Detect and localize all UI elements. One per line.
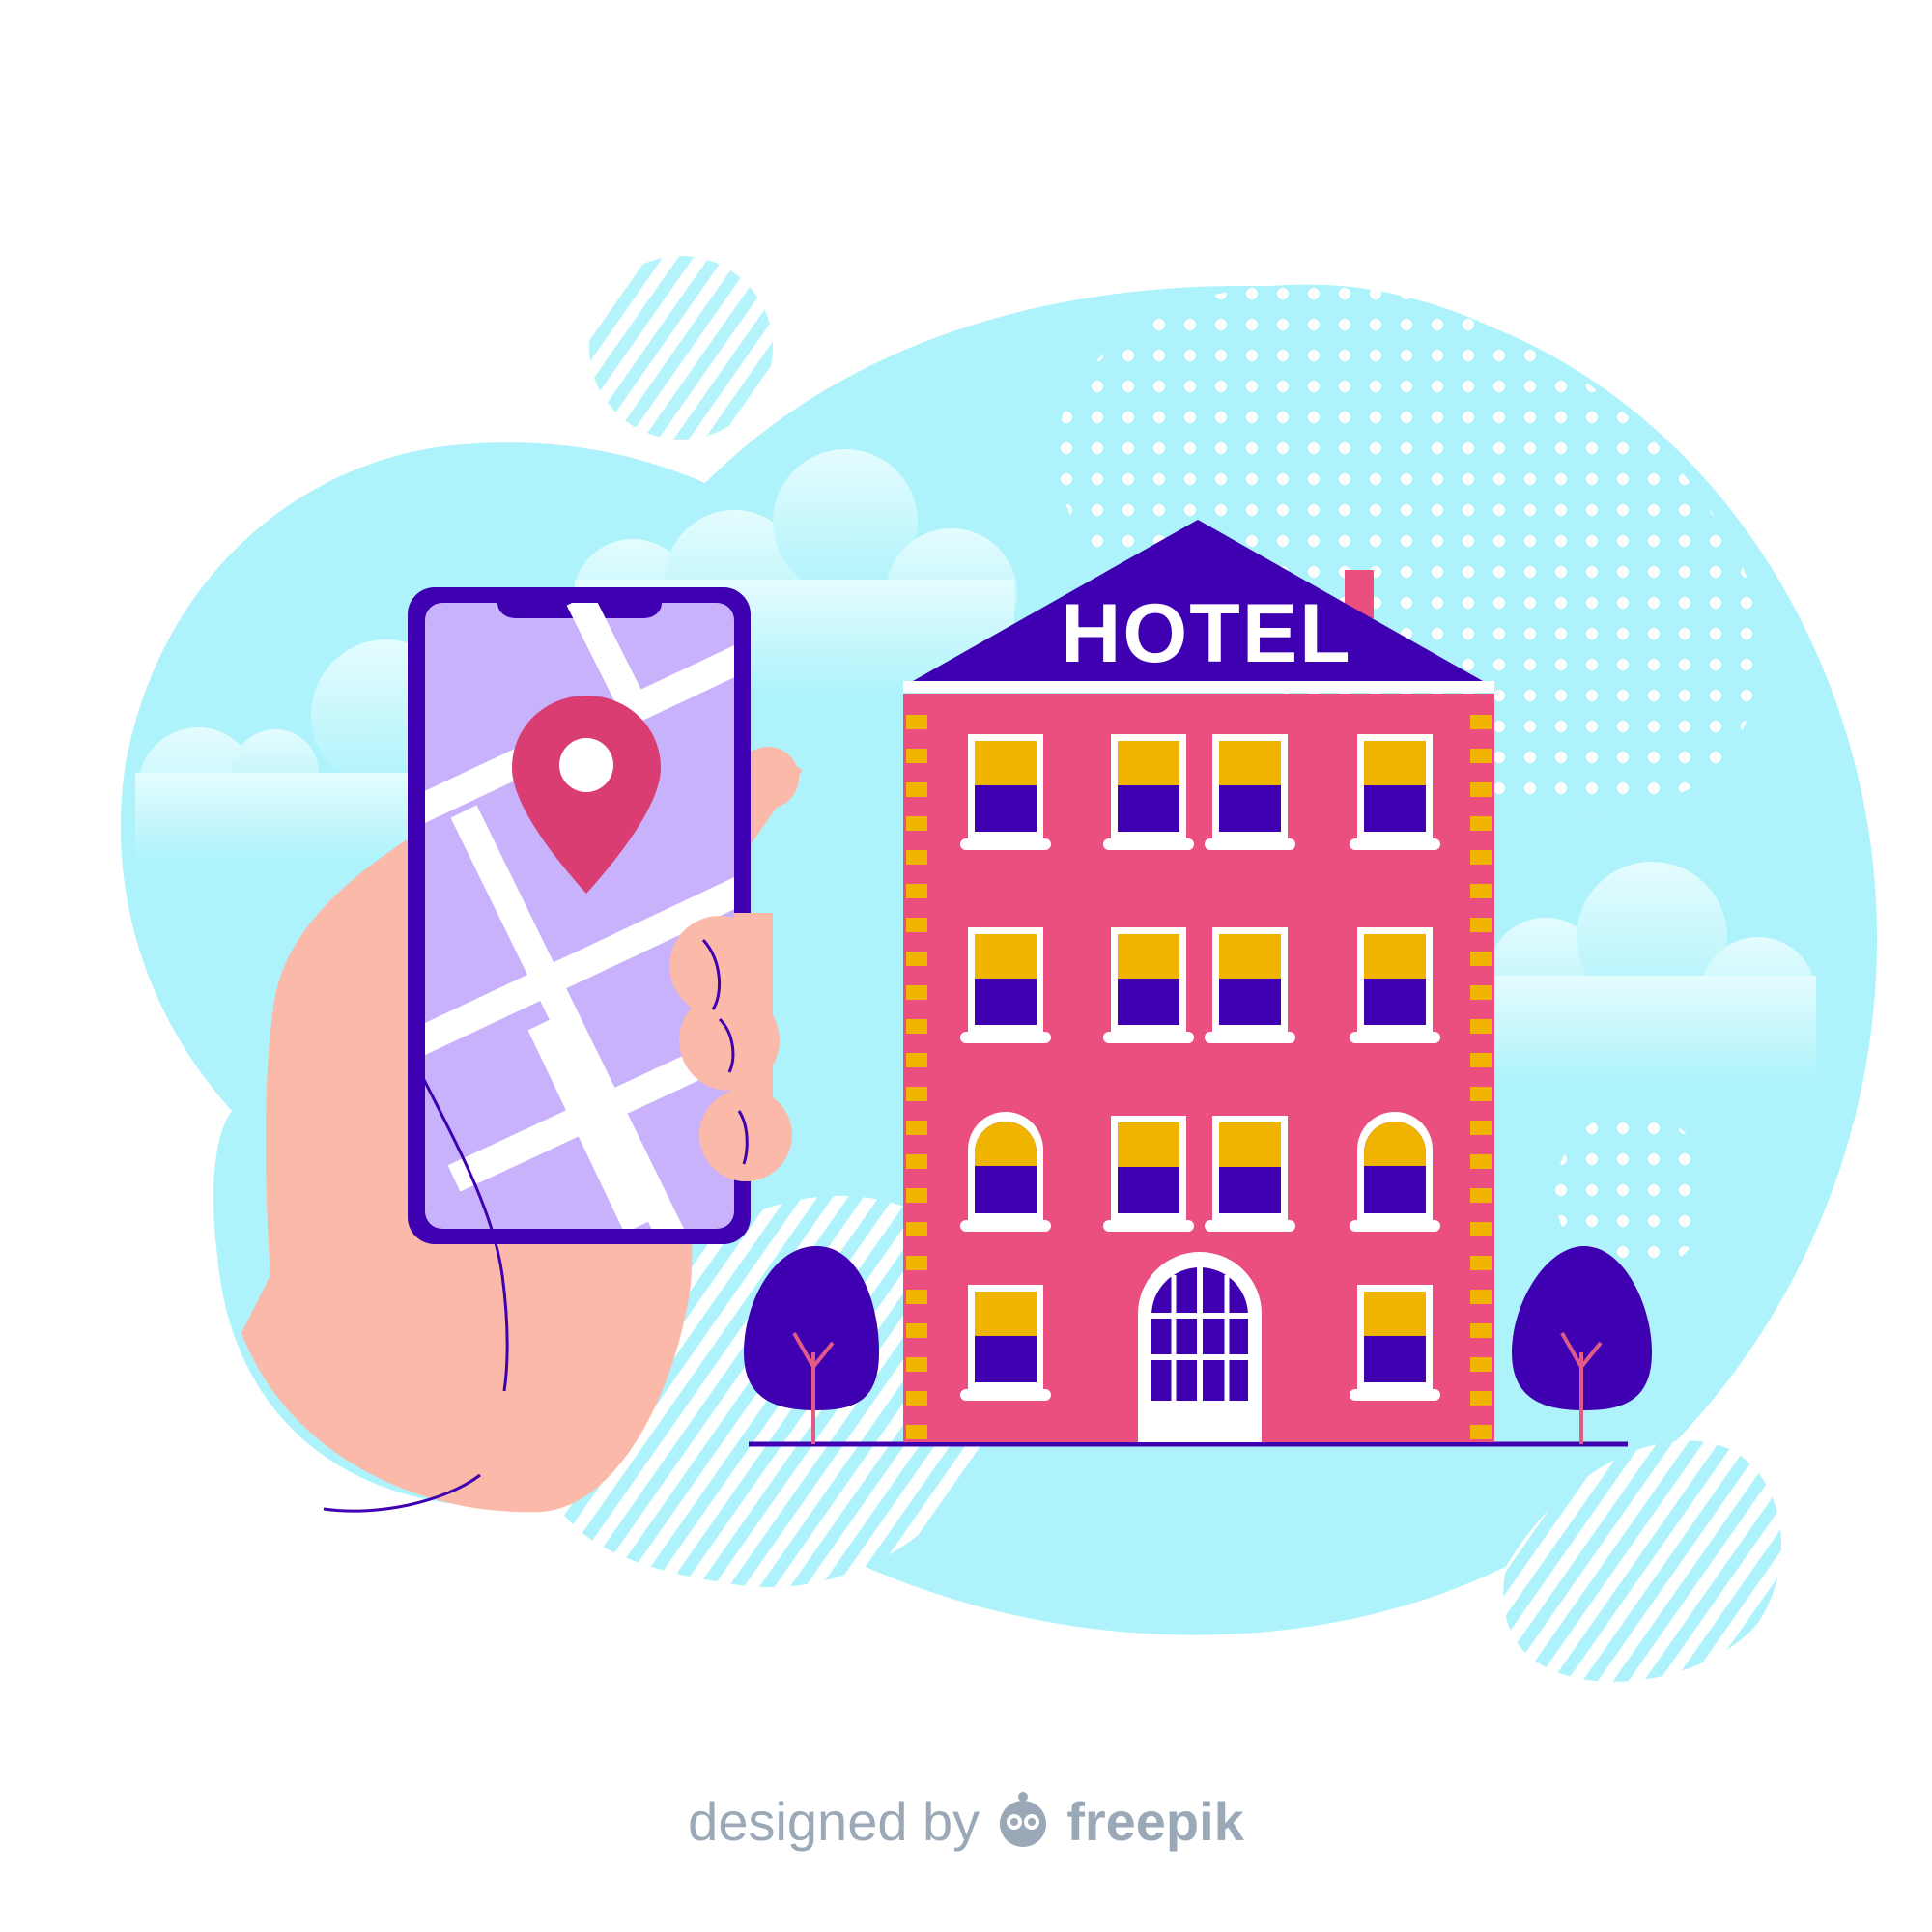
brick	[906, 850, 927, 865]
brick	[1470, 1087, 1492, 1101]
brick	[1470, 715, 1492, 729]
window	[1350, 734, 1440, 850]
freepik-logo-icon	[1000, 1792, 1047, 1847]
brick	[906, 749, 927, 763]
hotel-building: HOTEL	[903, 520, 1494, 1442]
brick	[1470, 952, 1492, 966]
brick	[906, 715, 927, 729]
brick	[1470, 985, 1492, 1000]
brick	[906, 1019, 927, 1034]
window	[1350, 927, 1440, 1043]
brick	[1470, 1222, 1492, 1236]
brick	[1470, 850, 1492, 865]
brick	[1470, 1188, 1492, 1203]
brick	[906, 816, 927, 831]
brick	[1470, 1323, 1492, 1338]
brick	[906, 1391, 927, 1406]
brick	[906, 1222, 927, 1236]
window	[1205, 927, 1295, 1043]
brick	[1470, 1256, 1492, 1270]
brick	[906, 1323, 927, 1338]
striped-patch-top	[589, 256, 773, 440]
brick	[906, 1154, 927, 1169]
front-door	[1138, 1252, 1262, 1442]
brick	[1470, 782, 1492, 797]
window	[960, 734, 1051, 850]
roof-trim	[903, 681, 1494, 693]
brick	[1470, 1019, 1492, 1034]
brick	[1470, 1425, 1492, 1439]
window	[1103, 734, 1194, 850]
brick	[906, 1256, 927, 1270]
brick	[1470, 884, 1492, 898]
brick	[1470, 1121, 1492, 1135]
brick	[906, 1121, 927, 1135]
brick	[906, 782, 927, 797]
brick	[1470, 1290, 1492, 1304]
window	[1350, 1285, 1440, 1401]
window	[1205, 734, 1295, 850]
window	[960, 1285, 1051, 1401]
brick	[906, 1425, 927, 1439]
window	[1103, 1116, 1194, 1232]
brick	[906, 884, 927, 898]
credit-brand: freepik	[1066, 1790, 1244, 1852]
brick	[1470, 1391, 1492, 1406]
brick	[1470, 1357, 1492, 1372]
brick	[906, 985, 927, 1000]
brick	[906, 1087, 927, 1101]
window	[1350, 1112, 1440, 1232]
hotel-sign: HOTEL	[1061, 587, 1351, 680]
window	[960, 927, 1051, 1043]
credit-line: designed by freepik	[0, 1777, 1932, 1864]
window	[960, 1112, 1051, 1232]
brick	[1470, 1053, 1492, 1067]
brick	[906, 1053, 927, 1067]
window	[1205, 1116, 1295, 1232]
credit-prefix: designed by	[688, 1790, 980, 1852]
brick	[906, 1290, 927, 1304]
brick	[906, 952, 927, 966]
window	[1103, 927, 1194, 1043]
brick	[906, 1357, 927, 1372]
brick	[1470, 918, 1492, 932]
hotel-illustration: HOTEL	[120, 256, 1878, 1682]
brick	[1470, 816, 1492, 831]
brick	[1470, 1154, 1492, 1169]
brick	[1470, 749, 1492, 763]
brick	[906, 918, 927, 932]
brick	[906, 1188, 927, 1203]
